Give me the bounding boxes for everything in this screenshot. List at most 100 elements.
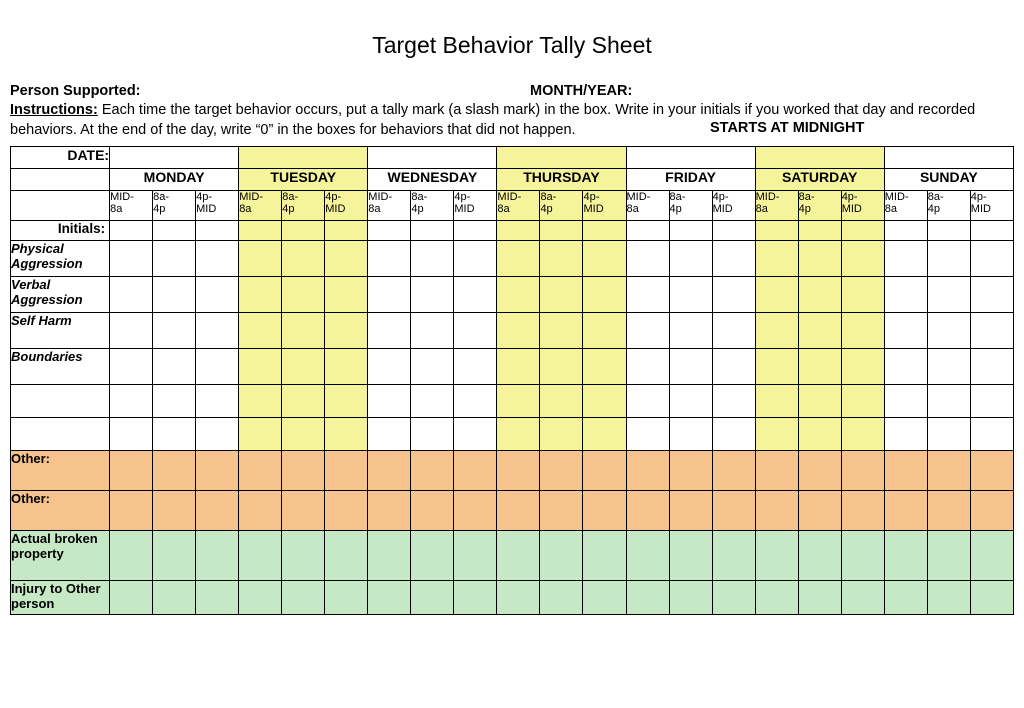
initials-cell[interactable] — [669, 221, 712, 241]
tally-cell[interactable] — [325, 313, 368, 349]
tally-cell[interactable] — [196, 277, 239, 313]
tally-cell[interactable] — [755, 418, 798, 451]
tally-cell[interactable] — [970, 451, 1013, 491]
tally-cell[interactable] — [411, 451, 454, 491]
tally-cell[interactable] — [841, 349, 884, 385]
tally-cell[interactable] — [196, 581, 239, 615]
tally-cell[interactable] — [239, 531, 282, 581]
tally-cell[interactable] — [927, 241, 970, 277]
tally-cell[interactable] — [368, 313, 411, 349]
initials-cell[interactable] — [411, 221, 454, 241]
tally-cell[interactable] — [927, 491, 970, 531]
tally-cell[interactable] — [454, 451, 497, 491]
tally-cell[interactable] — [497, 277, 540, 313]
tally-cell[interactable] — [884, 241, 927, 277]
date-cell[interactable] — [626, 147, 755, 169]
tally-cell[interactable] — [884, 491, 927, 531]
tally-cell[interactable] — [110, 241, 153, 277]
date-cell[interactable] — [755, 147, 884, 169]
tally-cell[interactable] — [583, 581, 626, 615]
tally-cell[interactable] — [239, 491, 282, 531]
tally-cell[interactable] — [196, 349, 239, 385]
tally-cell[interactable] — [196, 531, 239, 581]
tally-cell[interactable] — [712, 531, 755, 581]
initials-cell[interactable] — [970, 221, 1013, 241]
tally-cell[interactable] — [153, 313, 196, 349]
initials-cell[interactable] — [798, 221, 841, 241]
tally-cell[interactable] — [196, 451, 239, 491]
tally-cell[interactable] — [712, 385, 755, 418]
tally-cell[interactable] — [927, 349, 970, 385]
initials-cell[interactable] — [927, 221, 970, 241]
tally-cell[interactable] — [497, 451, 540, 491]
tally-cell[interactable] — [583, 277, 626, 313]
tally-cell[interactable] — [282, 451, 325, 491]
initials-cell[interactable] — [755, 221, 798, 241]
initials-cell[interactable] — [583, 221, 626, 241]
tally-cell[interactable] — [540, 277, 583, 313]
initials-cell[interactable] — [282, 221, 325, 241]
tally-cell[interactable] — [669, 277, 712, 313]
tally-cell[interactable] — [325, 451, 368, 491]
initials-cell[interactable] — [540, 221, 583, 241]
tally-cell[interactable] — [454, 277, 497, 313]
tally-cell[interactable] — [712, 277, 755, 313]
tally-cell[interactable] — [583, 349, 626, 385]
tally-cell[interactable] — [153, 531, 196, 581]
date-cell[interactable] — [239, 147, 368, 169]
tally-cell[interactable] — [454, 349, 497, 385]
tally-cell[interactable] — [282, 277, 325, 313]
initials-cell[interactable] — [368, 221, 411, 241]
tally-cell[interactable] — [970, 418, 1013, 451]
tally-cell[interactable] — [669, 531, 712, 581]
tally-cell[interactable] — [368, 241, 411, 277]
tally-cell[interactable] — [411, 418, 454, 451]
tally-cell[interactable] — [712, 418, 755, 451]
tally-cell[interactable] — [712, 313, 755, 349]
tally-cell[interactable] — [411, 581, 454, 615]
tally-cell[interactable] — [239, 581, 282, 615]
tally-cell[interactable] — [153, 241, 196, 277]
tally-cell[interactable] — [927, 385, 970, 418]
tally-cell[interactable] — [540, 491, 583, 531]
tally-cell[interactable] — [626, 418, 669, 451]
initials-cell[interactable] — [841, 221, 884, 241]
tally-cell[interactable] — [454, 418, 497, 451]
tally-cell[interactable] — [196, 491, 239, 531]
tally-cell[interactable] — [669, 491, 712, 531]
tally-cell[interactable] — [325, 418, 368, 451]
tally-cell[interactable] — [282, 581, 325, 615]
tally-cell[interactable] — [927, 418, 970, 451]
tally-cell[interactable] — [540, 349, 583, 385]
tally-cell[interactable] — [540, 531, 583, 581]
tally-cell[interactable] — [970, 385, 1013, 418]
tally-cell[interactable] — [626, 581, 669, 615]
tally-cell[interactable] — [798, 491, 841, 531]
tally-cell[interactable] — [196, 241, 239, 277]
tally-cell[interactable] — [110, 277, 153, 313]
tally-cell[interactable] — [884, 531, 927, 581]
tally-cell[interactable] — [411, 385, 454, 418]
tally-cell[interactable] — [626, 277, 669, 313]
tally-cell[interactable] — [626, 531, 669, 581]
tally-cell[interactable] — [454, 531, 497, 581]
tally-cell[interactable] — [497, 491, 540, 531]
tally-cell[interactable] — [841, 313, 884, 349]
tally-cell[interactable] — [712, 581, 755, 615]
tally-cell[interactable] — [325, 581, 368, 615]
tally-cell[interactable] — [970, 313, 1013, 349]
initials-cell[interactable] — [153, 221, 196, 241]
tally-cell[interactable] — [798, 531, 841, 581]
tally-cell[interactable] — [325, 277, 368, 313]
tally-cell[interactable] — [755, 349, 798, 385]
tally-cell[interactable] — [153, 277, 196, 313]
tally-cell[interactable] — [583, 313, 626, 349]
tally-cell[interactable] — [540, 451, 583, 491]
tally-cell[interactable] — [497, 349, 540, 385]
tally-cell[interactable] — [239, 277, 282, 313]
tally-cell[interactable] — [669, 313, 712, 349]
date-cell[interactable] — [497, 147, 626, 169]
tally-cell[interactable] — [325, 531, 368, 581]
tally-cell[interactable] — [712, 241, 755, 277]
tally-cell[interactable] — [970, 531, 1013, 581]
